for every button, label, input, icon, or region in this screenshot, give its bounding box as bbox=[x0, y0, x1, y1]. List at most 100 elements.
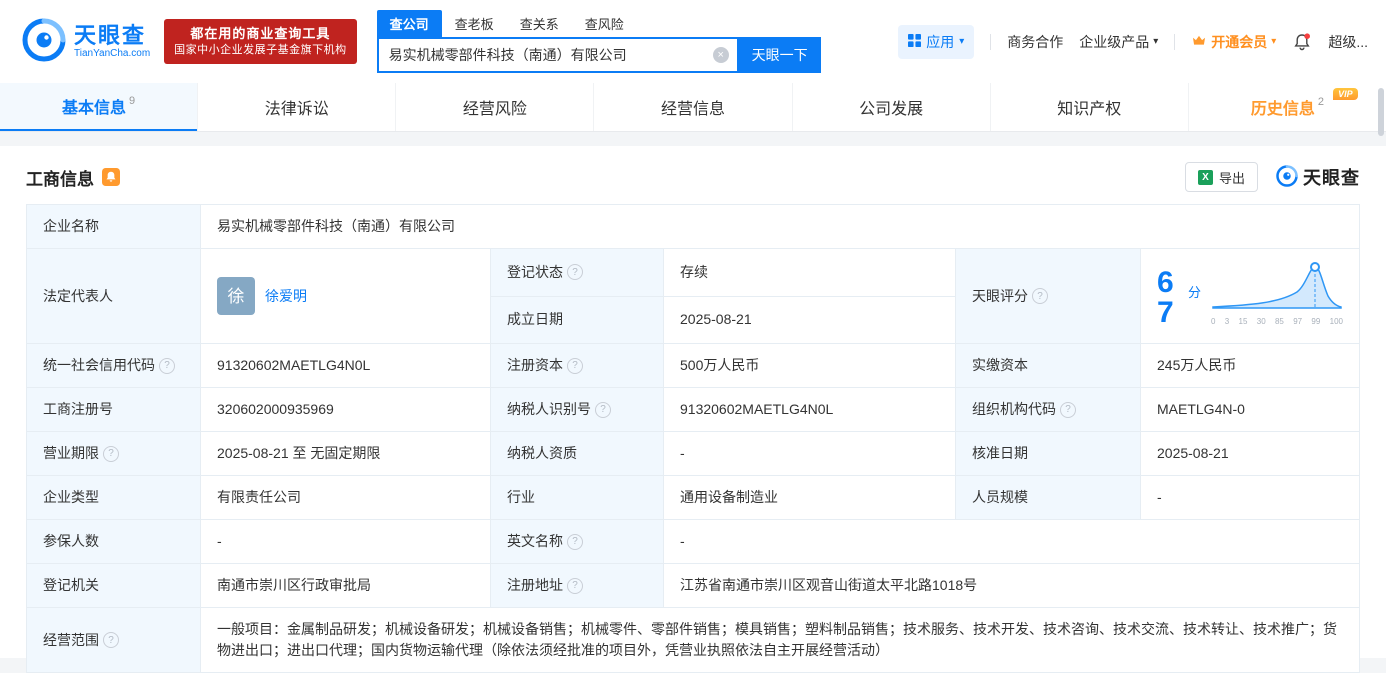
excel-icon: X bbox=[1197, 169, 1213, 185]
help-icon[interactable]: ? bbox=[567, 533, 583, 550]
field-label: 纳税人资质 bbox=[490, 431, 664, 476]
help-icon[interactable]: ? bbox=[595, 401, 611, 418]
brand-stamp: 天眼查 bbox=[1276, 164, 1360, 190]
promo-badge-line1: 都在用的商业查询工具 bbox=[190, 25, 331, 41]
table-row: 企业名称 易实机械零部件科技（南通）有限公司 bbox=[26, 204, 1360, 249]
scrollbar[interactable] bbox=[1378, 88, 1384, 136]
search-tab-relation[interactable]: 查关系 bbox=[507, 10, 572, 37]
reg-authority-value: 南通市崇川区行政审批局 bbox=[200, 563, 491, 608]
chevron-down-icon: ▾ bbox=[959, 35, 965, 47]
section-title: 工商信息 bbox=[26, 169, 94, 189]
score-cell: 67 分 03 15 30 85 97 99 100 bbox=[1140, 248, 1360, 344]
reg-capital-value: 500万人民币 bbox=[663, 343, 956, 388]
business-scope-value: 一般项目：金属制品研发；机械设备研发；机械设备销售；机械零件、零部件销售；模具销… bbox=[200, 607, 1360, 673]
help-icon[interactable]: ? bbox=[567, 264, 583, 281]
approval-date-value: 2025-08-21 bbox=[1140, 431, 1360, 476]
field-label: 营业期限? bbox=[26, 431, 201, 476]
apps-menu[interactable]: 应用 ▾ bbox=[898, 24, 975, 59]
help-icon[interactable]: ? bbox=[1060, 401, 1076, 418]
crown-icon bbox=[1191, 34, 1207, 50]
tab-intellectual-property-label: 知识产权 bbox=[1057, 101, 1122, 118]
search-tab-boss[interactable]: 查老板 bbox=[442, 10, 507, 37]
tianyancha-logo-icon bbox=[22, 18, 66, 65]
field-label: 组织机构代码? bbox=[955, 387, 1141, 432]
score-unit: 分 bbox=[1187, 285, 1201, 300]
nav-cooperation[interactable]: 商务合作 bbox=[1007, 32, 1063, 52]
table-row: 企业类型 有限责任公司 行业 通用设备制造业 人员规模 - bbox=[26, 475, 1360, 520]
subscribe-bell-icon[interactable] bbox=[102, 168, 120, 186]
export-button[interactable]: X 导出 bbox=[1184, 162, 1258, 192]
search-tabs: 查公司 查老板 查关系 查风险 bbox=[376, 9, 821, 37]
grid-icon bbox=[908, 33, 922, 50]
tianyancha-logo[interactable]: 天眼查 TianYanCha.com bbox=[22, 18, 150, 65]
help-icon[interactable]: ? bbox=[103, 632, 119, 648]
field-label: 工商注册号 bbox=[26, 387, 201, 432]
help-icon[interactable]: ? bbox=[567, 357, 583, 374]
field-label: 行业 bbox=[490, 475, 664, 520]
search-tab-risk[interactable]: 查风险 bbox=[572, 10, 637, 37]
promo-badge-line2: 国家中小企业发展子基金旗下机构 bbox=[174, 43, 347, 56]
tab-basic-info-label: 基本信息 bbox=[62, 100, 127, 117]
field-label: 登记状态? bbox=[490, 248, 664, 297]
tab-legal-proceedings[interactable]: 法律诉讼 bbox=[197, 83, 395, 131]
field-label: 实缴资本 bbox=[955, 343, 1141, 388]
business-term-value: 2025-08-21 至 无固定期限 bbox=[200, 431, 491, 476]
help-icon[interactable]: ? bbox=[1032, 288, 1048, 304]
legal-rep-avatar[interactable]: 徐 bbox=[217, 277, 255, 315]
nav-open-vip-label: 开通会员 bbox=[1211, 33, 1268, 50]
tab-history-info-count: 2 bbox=[1317, 96, 1324, 108]
brand-domain: TianYanCha.com bbox=[74, 47, 151, 59]
legal-rep-link[interactable]: 徐爱明 bbox=[265, 286, 307, 307]
reg-number-value: 320602000935969 bbox=[200, 387, 491, 432]
help-icon[interactable]: ? bbox=[159, 357, 175, 374]
business-info-table: 企业名称 易实机械零部件科技（南通）有限公司 法定代表人 徐 徐爱明 登记状态?… bbox=[26, 204, 1360, 673]
field-label: 人员规模 bbox=[955, 475, 1141, 520]
company-tabs: 基本信息 9 法律诉讼 经营风险 经营信息 公司发展 知识产权 历史信息 2 V… bbox=[0, 83, 1386, 132]
tab-operating-risk[interactable]: 经营风险 bbox=[395, 83, 593, 131]
help-icon[interactable]: ? bbox=[103, 445, 119, 462]
search-button[interactable]: 天眼一下 bbox=[738, 36, 821, 73]
field-label: 纳税人识别号? bbox=[490, 387, 664, 432]
field-label: 登记机关 bbox=[26, 563, 201, 608]
reg-address-value: 江苏省南通市崇川区观音山街道太平北路1018号 bbox=[663, 563, 1360, 608]
chevron-down-icon: ▾ bbox=[1271, 35, 1277, 47]
clear-icon[interactable]: × bbox=[712, 46, 729, 63]
tab-company-development[interactable]: 公司发展 bbox=[791, 83, 990, 131]
help-icon[interactable]: ? bbox=[567, 577, 583, 594]
business-info-card: 工商信息 X 导出 天眼查 企业名称 易实机械零部件科技（南通）有限公司 法定代… bbox=[0, 146, 1386, 673]
legal-rep-cell: 徐 徐爱明 bbox=[200, 248, 491, 344]
promo-badge: 都在用的商业查询工具 国家中小企业发展子基金旗下机构 bbox=[164, 18, 357, 65]
credit-code-value: 91320602MAETLG4N0L bbox=[200, 343, 491, 388]
insured-count-value: - bbox=[200, 519, 491, 564]
score-axis: 03 15 30 85 97 99 100 bbox=[1211, 317, 1343, 326]
search-input-wrap: × bbox=[376, 36, 739, 73]
taxpayer-id-value: 91320602MAETLG4N0L bbox=[663, 387, 956, 432]
field-label: 法定代表人 bbox=[26, 248, 201, 344]
taxpayer-quality-value: - bbox=[663, 431, 956, 476]
tab-company-development-label: 公司发展 bbox=[859, 101, 924, 118]
table-row: 法定代表人 徐 徐爱明 登记状态? 存续 天眼评分? 67 分 0 3 15 3… bbox=[26, 248, 1360, 344]
notification-bell-icon[interactable] bbox=[1292, 32, 1312, 52]
divider bbox=[1174, 33, 1176, 50]
nav-super-vip[interactable]: 超级... bbox=[1328, 32, 1368, 52]
tab-history-info[interactable]: 历史信息 2 VIP bbox=[1187, 83, 1386, 131]
field-label: 天眼评分? bbox=[955, 248, 1141, 344]
nav-open-vip[interactable]: 开通会员 ▾ bbox=[1191, 32, 1276, 52]
tab-basic-info[interactable]: 基本信息 9 bbox=[0, 83, 198, 131]
tab-intellectual-property[interactable]: 知识产权 bbox=[989, 83, 1188, 131]
tab-operating-info[interactable]: 经营信息 bbox=[593, 83, 791, 131]
english-name-value: - bbox=[663, 519, 1360, 564]
field-label: 企业类型 bbox=[26, 475, 201, 520]
tab-history-info-label: 历史信息 bbox=[1250, 101, 1315, 118]
nav-enterprise-products[interactable]: 企业级产品 ▾ bbox=[1079, 32, 1158, 52]
table-row: 营业期限? 2025-08-21 至 无固定期限 纳税人资质 - 核准日期 20… bbox=[26, 431, 1360, 476]
chevron-down-icon: ▾ bbox=[1153, 35, 1159, 47]
company-type-value: 有限责任公司 bbox=[200, 475, 491, 520]
search-input[interactable] bbox=[386, 45, 713, 64]
score-chart: 03 15 30 85 97 99 100 bbox=[1211, 260, 1343, 332]
table-row: 统一社会信用代码? 91320602MAETLG4N0L 注册资本? 500万人… bbox=[26, 343, 1360, 388]
field-label: 企业名称 bbox=[26, 204, 201, 249]
search-tab-company[interactable]: 查公司 bbox=[376, 9, 442, 37]
export-button-label: 导出 bbox=[1218, 170, 1245, 186]
nav-enterprise-products-label: 企业级产品 bbox=[1079, 33, 1150, 50]
